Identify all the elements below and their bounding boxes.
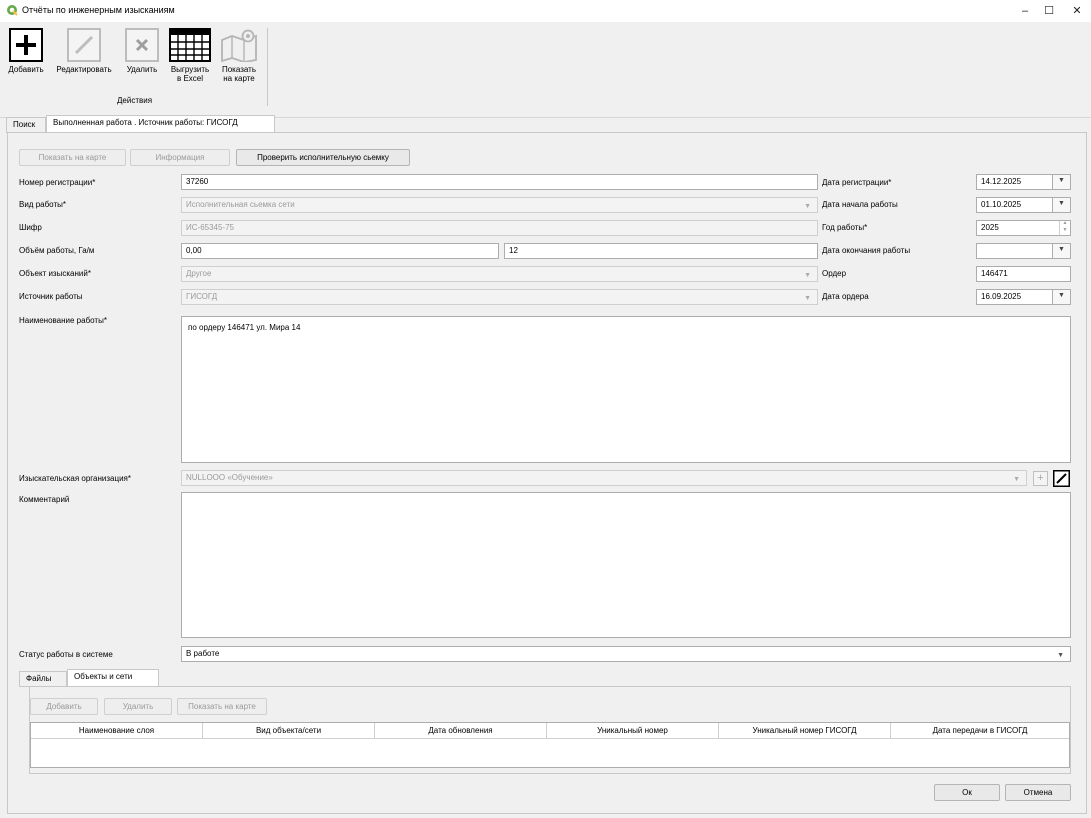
object-value: Другое bbox=[186, 269, 212, 278]
chevron-down-icon: ▼ bbox=[1013, 476, 1020, 483]
reg-date-input[interactable]: 14.12.2025 ▼ bbox=[976, 174, 1071, 190]
tab-search[interactable]: Поиск bbox=[6, 117, 46, 133]
delete-icon bbox=[125, 28, 159, 62]
cancel-button[interactable]: Отмена bbox=[1005, 784, 1071, 801]
order-date-value: 16.09.2025 bbox=[981, 292, 1022, 301]
table-grid-icon bbox=[169, 28, 211, 62]
add-object-button[interactable]: Добавить bbox=[30, 698, 98, 715]
objects-table[interactable]: Наименование слоя Вид объекта/сети Дата … bbox=[30, 722, 1070, 768]
edit-button[interactable]: Редактировать bbox=[50, 28, 118, 74]
add-org-icon[interactable]: + bbox=[1033, 471, 1048, 486]
year-value: 2025 bbox=[981, 223, 999, 232]
work-name-textarea[interactable]: по ордеру 146471 ул. Мира 14 bbox=[181, 316, 1071, 463]
maximize-button[interactable]: ☐ bbox=[1034, 0, 1064, 22]
order-date-input[interactable]: 16.09.2025 ▼ bbox=[976, 289, 1071, 305]
year-spinbox[interactable]: 2025 ▲ ▼ bbox=[976, 220, 1071, 236]
object-combo[interactable]: Другое ▼ bbox=[181, 266, 818, 282]
column-header[interactable]: Вид объекта/сети bbox=[203, 723, 375, 739]
status-combo[interactable]: В работе ▼ bbox=[181, 646, 1071, 662]
order-date-label: Дата ордера bbox=[822, 292, 869, 301]
order-label: Ордер bbox=[822, 269, 847, 278]
source-combo[interactable]: ГИСОГД ▼ bbox=[181, 289, 818, 305]
map-label-2: на карте bbox=[223, 74, 255, 83]
end-date-input[interactable]: ▼ bbox=[976, 243, 1071, 259]
show-object-on-map-button[interactable]: Показать на карте bbox=[177, 698, 267, 715]
check-survey-button[interactable]: Проверить исполнительную сьемку bbox=[236, 149, 410, 166]
org-value: NULLООО «Обучение» bbox=[186, 473, 273, 482]
ok-button[interactable]: Ок bbox=[934, 784, 1000, 801]
close-button[interactable]: ✕ bbox=[1062, 0, 1091, 22]
object-label: Объект изысканий* bbox=[19, 269, 91, 278]
work-type-label: Вид работы* bbox=[19, 200, 66, 209]
edit-org-icon[interactable] bbox=[1053, 470, 1070, 487]
order-input[interactable]: 146471 bbox=[976, 266, 1071, 282]
column-header[interactable]: Уникальный номер bbox=[547, 723, 719, 739]
map-label-1: Показать bbox=[221, 65, 256, 74]
work-name-label: Наименование работы* bbox=[19, 316, 107, 325]
show-on-map-tool-button[interactable]: Показать на карте bbox=[215, 28, 263, 83]
comment-textarea[interactable] bbox=[181, 492, 1071, 638]
tab-objects[interactable]: Объекты и сети bbox=[67, 669, 159, 687]
title-bar: Отчёты по инженерным изысканиям – ☐ ✕ bbox=[0, 0, 1091, 22]
work-type-value: Исполнительная сьемка сети bbox=[186, 200, 295, 209]
reg-date-label: Дата регистрации* bbox=[822, 178, 892, 187]
org-label: Изыскательская организация* bbox=[19, 474, 131, 483]
chevron-down-icon[interactable]: ▼ bbox=[1052, 290, 1070, 304]
column-header[interactable]: Наименование слоя bbox=[31, 723, 203, 739]
start-date-input[interactable]: 01.10.2025 ▼ bbox=[976, 197, 1071, 213]
status-value: В работе bbox=[186, 649, 220, 658]
window-title: Отчёты по инженерным изысканиям bbox=[22, 5, 175, 15]
tab-files[interactable]: Файлы bbox=[19, 671, 67, 687]
start-date-value: 01.10.2025 bbox=[981, 200, 1022, 209]
volume-m-input[interactable]: 12 bbox=[504, 243, 818, 259]
add-label: Добавить bbox=[8, 65, 44, 74]
volume-ga-input[interactable]: 0,00 bbox=[181, 243, 499, 259]
chevron-down-icon: ▼ bbox=[1057, 652, 1064, 659]
table-header: Наименование слоя Вид объекта/сети Дата … bbox=[31, 723, 1069, 739]
delete-label: Удалить bbox=[126, 65, 158, 74]
column-header[interactable]: Дата передачи в ГИСОГД bbox=[891, 723, 1069, 739]
chevron-down-icon: ▼ bbox=[804, 272, 811, 279]
info-button[interactable]: Информация bbox=[130, 149, 230, 166]
export-excel-button[interactable]: Выгрузить в Excel bbox=[167, 28, 213, 83]
chevron-down-icon: ▼ bbox=[804, 203, 811, 210]
end-date-label: Дата окончания работы bbox=[822, 246, 911, 255]
column-header[interactable]: Дата обновления bbox=[375, 723, 547, 739]
chevron-down-icon[interactable]: ▼ bbox=[1052, 198, 1070, 212]
source-value: ГИСОГД bbox=[186, 292, 218, 301]
chevron-down-icon[interactable]: ▼ bbox=[1052, 175, 1070, 189]
reg-date-value: 14.12.2025 bbox=[981, 177, 1022, 186]
code-label: Шифр bbox=[19, 223, 42, 232]
org-combo[interactable]: NULLООО «Обучение» ▼ bbox=[181, 470, 1027, 486]
qgis-app-icon bbox=[7, 5, 18, 16]
pencil-icon bbox=[67, 28, 101, 62]
reg-number-input[interactable]: 37260 bbox=[181, 174, 818, 190]
show-on-map-button[interactable]: Показать на карте bbox=[19, 149, 126, 166]
toolbar bbox=[0, 22, 1091, 118]
map-pin-icon bbox=[221, 29, 257, 62]
chevron-down-icon[interactable]: ▼ bbox=[1052, 244, 1070, 258]
comment-label: Комментарий bbox=[19, 495, 70, 504]
source-label: Источник работы bbox=[19, 292, 83, 301]
volume-label: Объём работы, Га/м bbox=[19, 246, 95, 255]
code-input[interactable]: ИС-65345-75 bbox=[181, 220, 818, 236]
spin-arrows-icon[interactable]: ▲ ▼ bbox=[1059, 221, 1070, 235]
reg-number-label: Номер регистрации* bbox=[19, 178, 96, 187]
delete-button[interactable]: Удалить bbox=[121, 28, 163, 74]
tab-work[interactable]: Выполненная работа . Источник работы: ГИ… bbox=[46, 115, 275, 133]
export-label-2: в Excel bbox=[176, 74, 204, 83]
actions-group-label: Действия bbox=[117, 96, 153, 105]
start-date-label: Дата начала работы bbox=[822, 200, 898, 209]
delete-object-button[interactable]: Удалить bbox=[104, 698, 172, 715]
column-header[interactable]: Уникальный номер ГИСОГД bbox=[719, 723, 891, 739]
toolbar-separator bbox=[267, 28, 268, 106]
work-type-combo[interactable]: Исполнительная сьемка сети ▼ bbox=[181, 197, 818, 213]
chevron-down-icon: ▼ bbox=[804, 295, 811, 302]
edit-label: Редактировать bbox=[56, 65, 112, 74]
add-button[interactable]: Добавить bbox=[4, 28, 48, 74]
status-label: Статус работы в системе bbox=[19, 650, 113, 659]
year-label: Год работы* bbox=[822, 223, 868, 232]
add-icon bbox=[9, 28, 43, 62]
export-label-1: Выгрузить bbox=[170, 65, 210, 74]
